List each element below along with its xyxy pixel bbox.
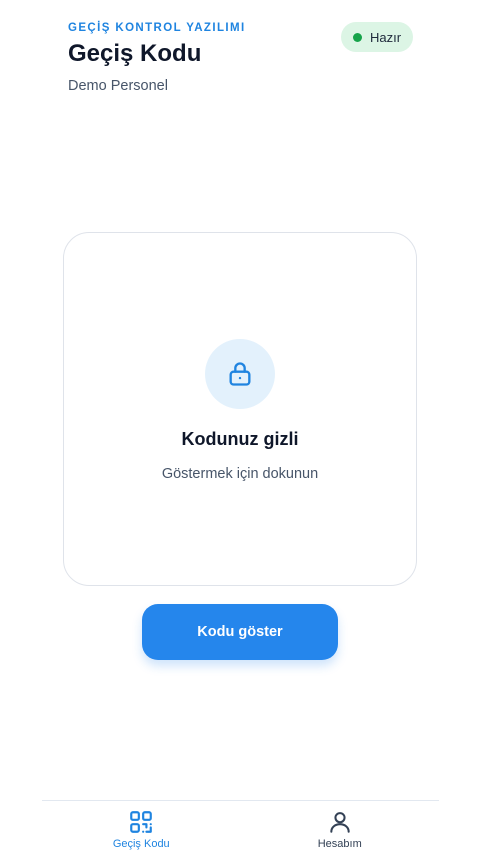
nav-label-gecis-kodu: Geçiş Kodu: [112, 838, 170, 850]
user-icon: [330, 812, 350, 833]
header: GEÇİŞ KONTROL YAZILIMI Geçiş Kodu Demo P…: [68, 22, 246, 94]
nav-label-hesabim: Hesabım: [317, 838, 362, 850]
status-label: Hazır: [369, 29, 402, 45]
status-badge: Hazır: [341, 22, 413, 52]
show-code-button[interactable]: Kodu göster: [142, 604, 338, 660]
card-title: Kodunuz gizli: [181, 429, 299, 449]
page-title: Geçiş Kodu: [68, 40, 202, 67]
bottom-nav: Geçiş Kodu Hesabım: [42, 800, 439, 853]
status-dot-icon: [352, 32, 362, 42]
nav-item-gecis-kodu[interactable]: Geçiş Kodu: [42, 801, 241, 853]
lock-icon: [205, 339, 275, 409]
app-label: GEÇİŞ KONTROL YAZILIMI: [68, 22, 246, 34]
qr-code-icon: [130, 811, 153, 833]
code-card[interactable]: Kodunuz gizli Göstermek için dokunun: [63, 232, 417, 586]
card-hint: Göstermek için dokunun: [161, 466, 319, 482]
nav-item-hesabim[interactable]: Hesabım: [241, 801, 440, 853]
user-name: Demo Personel: [68, 78, 168, 94]
